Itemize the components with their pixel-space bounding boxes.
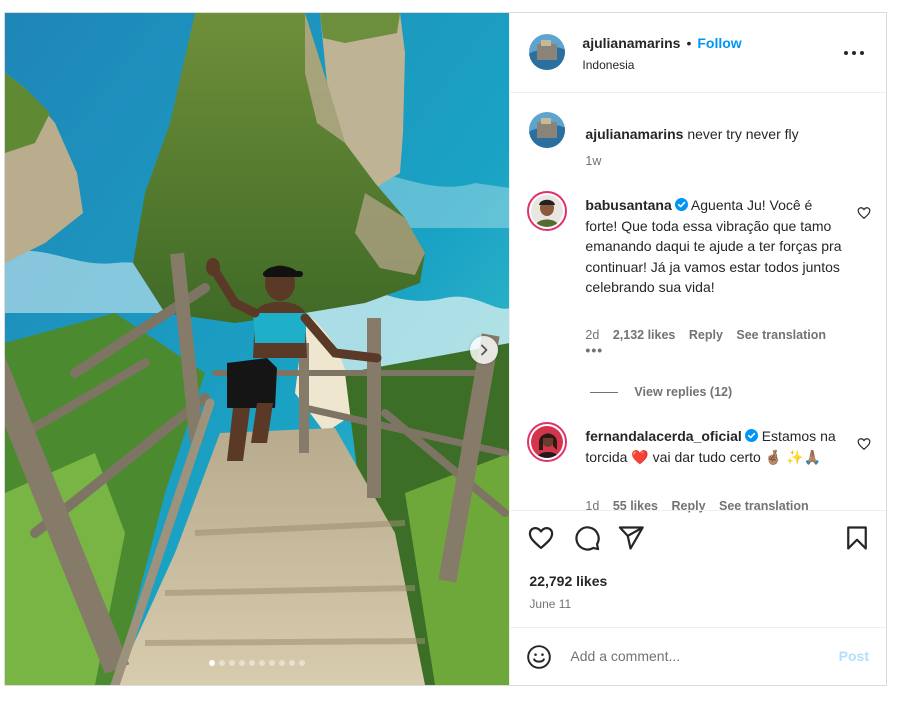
- author-avatar[interactable]: [529, 34, 566, 70]
- carousel-dot: [269, 660, 276, 666]
- send-icon[interactable]: [617, 524, 645, 552]
- post-details-panel: ajulianamarins • Follow Indonesia ajulia…: [509, 13, 886, 685]
- comment-body: babusantana Aguenta Ju! Você é forte! Qu…: [585, 195, 847, 298]
- post-header: ajulianamarins • Follow Indonesia: [510, 13, 886, 93]
- carousel-indicator: [5, 660, 509, 666]
- author-username[interactable]: ajulianamarins: [582, 35, 680, 51]
- view-replies-label: View replies (12): [634, 385, 733, 399]
- post-media[interactable]: [5, 13, 510, 685]
- comment-likes[interactable]: 2,132 likes: [613, 328, 676, 342]
- verified-badge-icon: [674, 198, 688, 211]
- comment-username[interactable]: fernandalacerda_oficial: [585, 428, 741, 444]
- comment-icon[interactable]: [573, 524, 601, 552]
- heart-icon[interactable]: [527, 524, 555, 552]
- comment-input[interactable]: [570, 643, 821, 669]
- carousel-dot: [289, 660, 296, 666]
- comment-time: 2d: [585, 328, 600, 342]
- caption-time: 1w: [585, 154, 602, 168]
- view-replies-button[interactable]: View replies (12): [590, 385, 732, 399]
- verified-badge-icon: [744, 429, 758, 442]
- more-horizontal-icon[interactable]: [842, 43, 866, 63]
- carousel-dot: [239, 660, 246, 666]
- emoji-icon[interactable]: [526, 644, 552, 670]
- comment-like-heart-icon[interactable]: [857, 206, 871, 220]
- carousel-dot: [229, 660, 236, 666]
- follow-button[interactable]: Follow: [697, 35, 741, 51]
- bookmark-icon[interactable]: [843, 524, 871, 552]
- comment-username[interactable]: babusantana: [585, 197, 671, 213]
- replies-divider-line: [590, 391, 619, 393]
- comments-list: ajulianamarins never try never fly 1w ba…: [510, 94, 886, 513]
- chevron-right-icon: [481, 344, 488, 356]
- caption-avatar[interactable]: [529, 112, 566, 148]
- carousel-dot: [219, 660, 226, 666]
- caption-username[interactable]: ajulianamarins: [585, 126, 683, 142]
- carousel-dot: [249, 660, 256, 666]
- next-slide-button[interactable]: [470, 336, 498, 364]
- carousel-dot: [259, 660, 266, 666]
- post-location[interactable]: Indonesia: [582, 58, 634, 72]
- post-photo: [5, 13, 510, 685]
- instagram-post: ajulianamarins • Follow Indonesia ajulia…: [4, 12, 887, 686]
- comment-body: fernandalacerda_oficial Estamos na torci…: [585, 426, 847, 467]
- comment-meta: 2d 2,132 likes Reply See translation: [585, 328, 836, 342]
- post-actions: 22,792 likes June 11: [510, 510, 886, 628]
- carousel-dot: [299, 660, 306, 666]
- comment-options-button[interactable]: •••: [585, 342, 603, 358]
- comment-like-heart-icon[interactable]: [857, 437, 871, 451]
- like-count[interactable]: 22,792 likes: [529, 573, 607, 589]
- caption: ajulianamarins never try never fly: [585, 124, 855, 145]
- post-date[interactable]: June 11: [529, 597, 571, 611]
- carousel-dot: [209, 660, 216, 666]
- reply-button[interactable]: Reply: [689, 328, 723, 342]
- add-comment-bar: Post: [510, 627, 886, 685]
- separator-dot: •: [686, 35, 692, 51]
- post-comment-button[interactable]: Post: [839, 648, 869, 664]
- carousel-dot: [279, 660, 286, 666]
- comment-avatar[interactable]: [527, 422, 568, 462]
- comment-avatar[interactable]: [527, 191, 568, 231]
- see-translation-button[interactable]: See translation: [736, 328, 826, 342]
- author-line: ajulianamarins • Follow: [582, 35, 741, 51]
- caption-text: never try never fly: [687, 126, 799, 142]
